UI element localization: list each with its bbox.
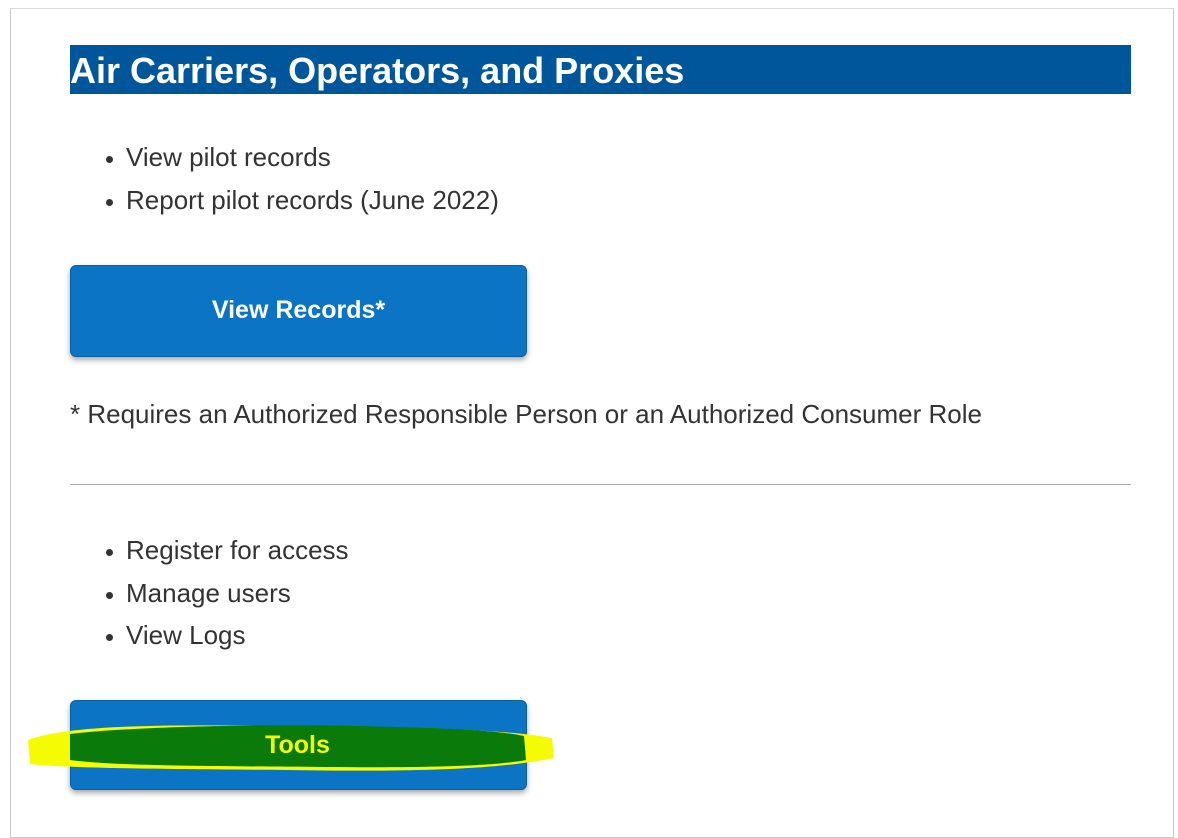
view-records-button[interactable]: View Records* bbox=[70, 265, 527, 357]
list-item: Register for access bbox=[126, 529, 349, 572]
list-item: Report pilot records (June 2022) bbox=[126, 179, 499, 222]
records-feature-list: View pilot records Report pilot records … bbox=[70, 136, 499, 221]
tools-feature-list: Register for access Manage users View Lo… bbox=[70, 529, 349, 657]
list-item: View pilot records bbox=[126, 136, 499, 179]
tools-button[interactable] bbox=[70, 700, 527, 790]
list-item: View Logs bbox=[126, 614, 349, 657]
section-heading: Air Carriers, Operators, and Proxies bbox=[70, 45, 1131, 94]
role-requirement-note: * Requires an Authorized Responsible Per… bbox=[70, 399, 982, 429]
list-item: Manage users bbox=[126, 572, 349, 615]
divider bbox=[70, 484, 1131, 485]
